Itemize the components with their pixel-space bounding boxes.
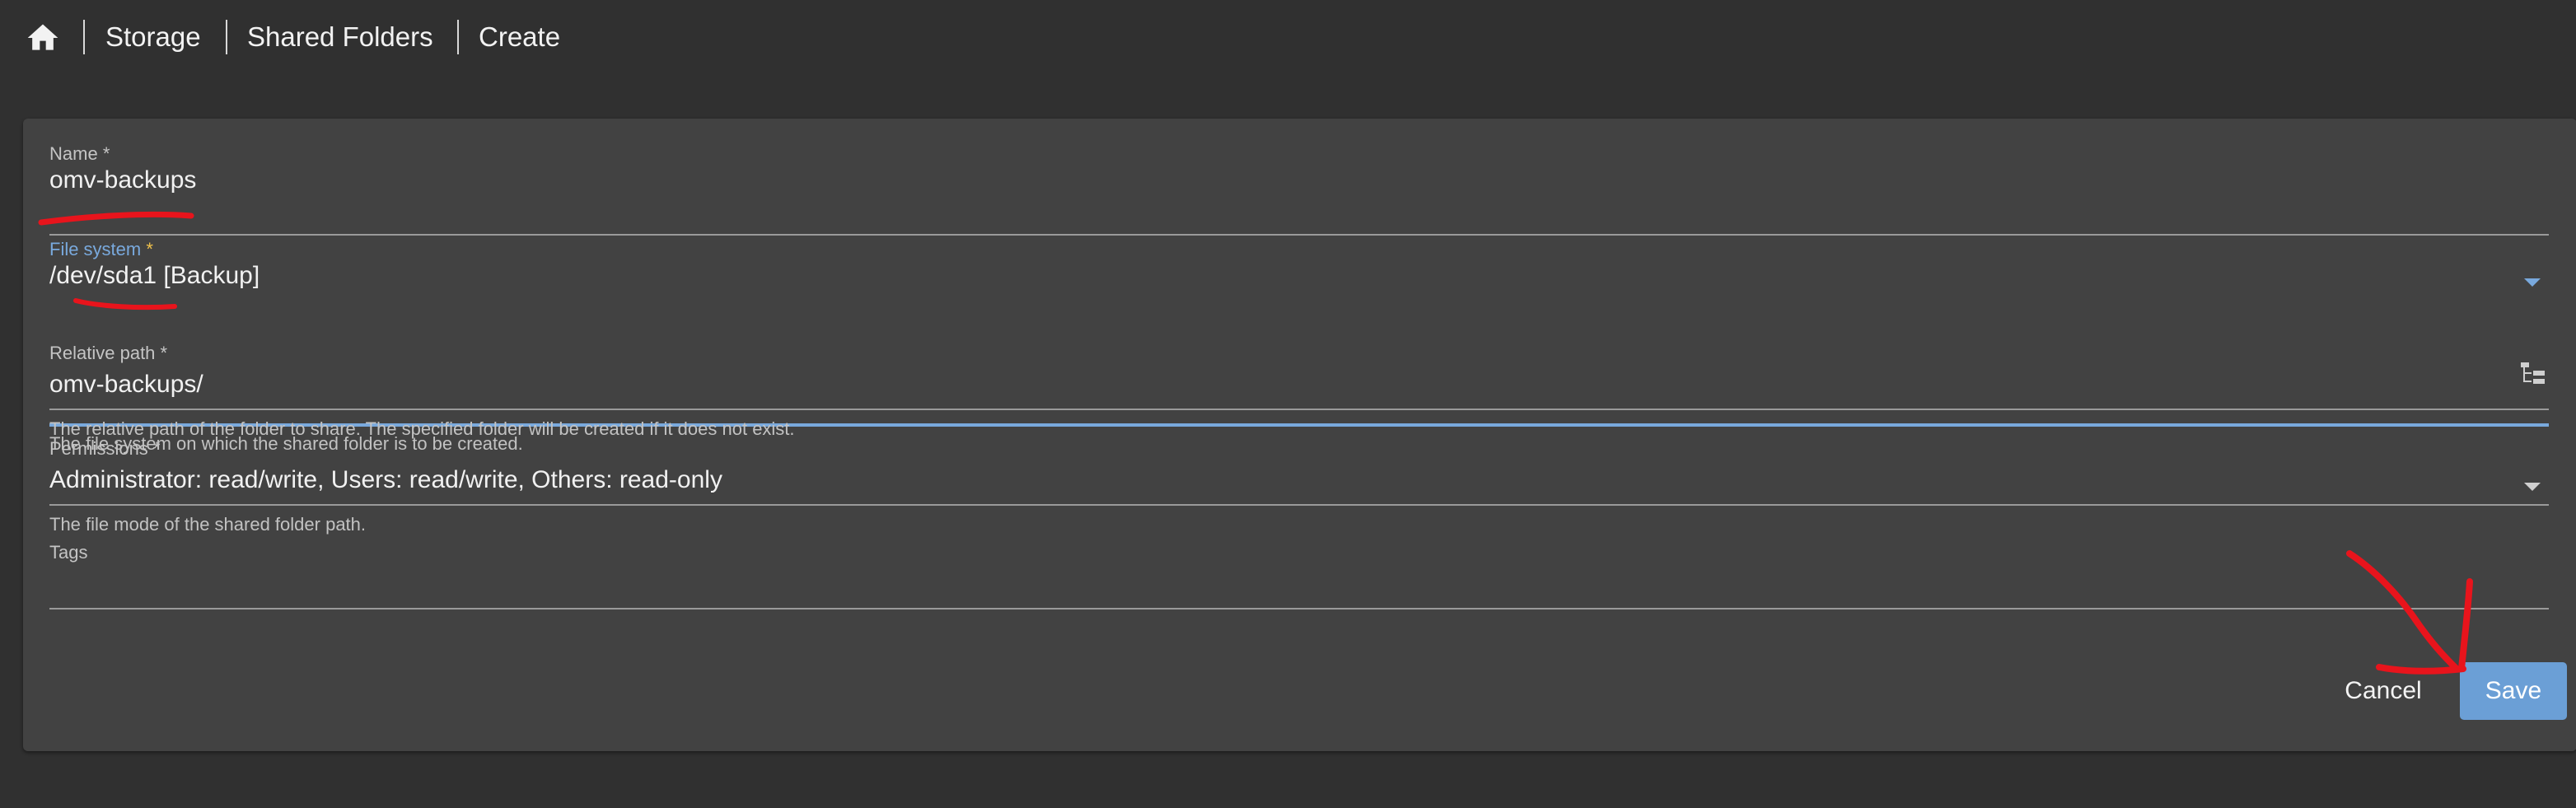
relative-path-hint: The relative path of the folder to share… [49, 418, 795, 439]
file-system-select[interactable]: /dev/sda1 [Backup] [49, 262, 259, 290]
name-input[interactable]: omv-backups [49, 166, 196, 194]
permissions-label: Permissions * [49, 438, 161, 459]
relative-path-label: Relative path * [49, 343, 168, 363]
breadcrumb-storage[interactable]: Storage [105, 18, 201, 56]
breadcrumb-create: Create [479, 21, 561, 52]
breadcrumb-shared-folders[interactable]: Shared Folders [247, 18, 433, 56]
folder-tree-icon[interactable] [2519, 361, 2547, 387]
relative-path-underline [49, 409, 2549, 410]
create-shared-folder-form: Name * omv-backups File system * /dev/sd… [23, 119, 2576, 751]
relative-path-field[interactable]: Relative path * omv-backups/ The relativ… [49, 343, 2549, 441]
relative-path-input[interactable]: omv-backups/ [49, 371, 203, 399]
chevron-down-icon[interactable] [2524, 278, 2541, 287]
breadcrumb-separator [226, 20, 227, 54]
name-underline [49, 234, 2549, 236]
file-system-label: File system * [49, 239, 153, 259]
chevron-down-icon[interactable] [2524, 483, 2541, 491]
breadcrumb-separator [457, 20, 459, 54]
permissions-hint: The file mode of the shared folder path. [49, 514, 367, 535]
tags-underline [49, 608, 2549, 610]
file-system-field[interactable]: File system * /dev/sda1 [Backup] The fil… [49, 239, 2549, 454]
breadcrumb-separator [83, 20, 85, 54]
name-field[interactable]: Name * omv-backups [49, 143, 2549, 236]
tags-label: Tags [49, 542, 88, 563]
permissions-underline [49, 504, 2549, 506]
permissions-field[interactable]: Permissions * Administrator: read/write,… [49, 438, 2549, 537]
tags-field[interactable]: Tags [49, 542, 2549, 610]
breadcrumb: Storage Shared Folders Create [0, 0, 2576, 74]
home-icon[interactable] [25, 20, 61, 56]
cancel-button[interactable]: Cancel [2321, 662, 2445, 720]
save-button[interactable]: Save [2460, 662, 2567, 720]
permissions-select[interactable]: Administrator: read/write, Users: read/w… [49, 466, 722, 494]
name-label: Name * [49, 143, 110, 164]
